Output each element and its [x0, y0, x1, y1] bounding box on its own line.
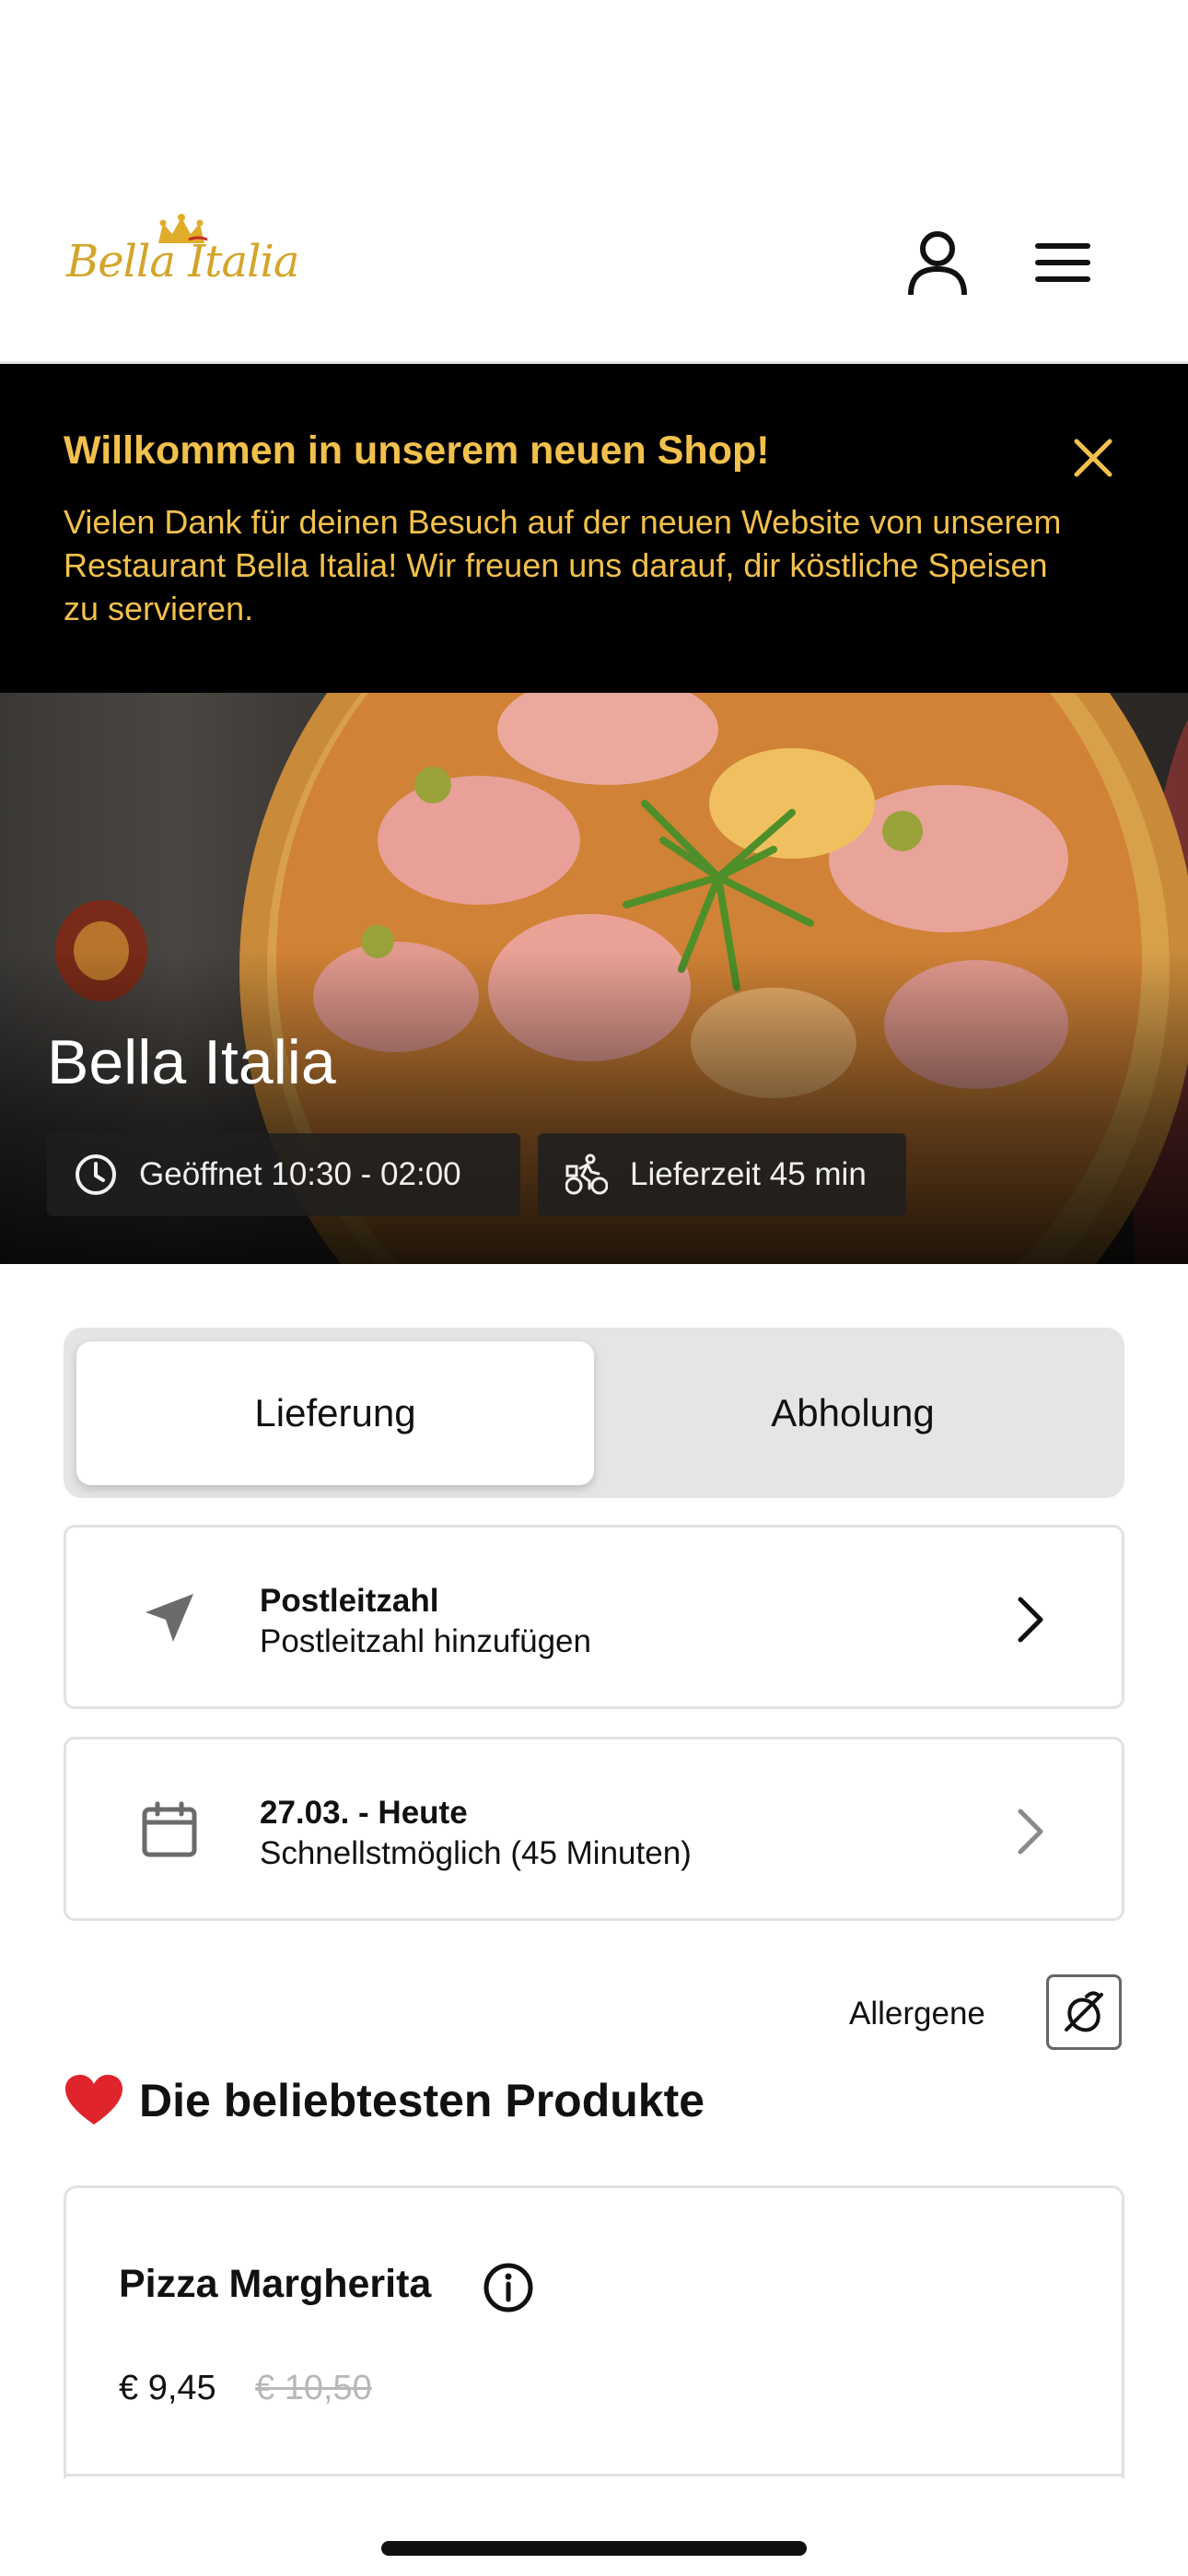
bicycle-courier-icon: [565, 1152, 611, 1198]
delivery-time-selector[interactable]: 27.03. - Heute Schnellstmöglich (45 Minu…: [64, 1737, 1124, 1921]
heart-icon: [64, 2073, 124, 2128]
site-header: Bella Italia: [0, 0, 1188, 364]
tab-pickup[interactable]: Abholung: [594, 1341, 1112, 1485]
product-price: € 9,45: [119, 2369, 216, 2407]
info-icon[interactable]: [483, 2262, 534, 2313]
order-mode-toggle: Lieferung Abholung: [64, 1328, 1124, 1498]
tab-delivery[interactable]: Lieferung: [76, 1341, 594, 1485]
calendar-icon: [133, 1793, 206, 1867]
banner-text: Vielen Dank für deinen Besuch auf der ne…: [64, 503, 1062, 627]
delivery-time-badge: Lieferzeit 45 min: [538, 1133, 906, 1216]
postal-code-title: Postleitzahl: [260, 1583, 439, 1619]
clock-icon: [75, 1152, 121, 1198]
home-indicator[interactable]: [381, 2541, 807, 2556]
allergen-filter-icon: [1065, 1991, 1103, 2032]
postal-code-selector[interactable]: Postleitzahl Postleitzahl hinzufügen: [64, 1525, 1124, 1709]
location-arrow-icon: [133, 1581, 206, 1655]
delivery-date-title: 27.03. - Heute: [260, 1795, 468, 1831]
opening-hours-text: Geöffnet 10:30 - 02:00: [139, 1156, 461, 1192]
delivery-date-subtitle: Schnellstmöglich (45 Minuten): [260, 1835, 692, 1871]
chevron-right-icon: [998, 1795, 1063, 1868]
delivery-time-text: Lieferzeit 45 min: [630, 1156, 867, 1192]
hero-image: Bella Italia Geöffnet 10:30 - 02:00 Lief…: [0, 693, 1188, 1264]
logo-text: Bella Italia: [66, 236, 299, 287]
divider: [66, 2474, 1122, 2476]
user-icon[interactable]: [901, 226, 974, 299]
section-title: Die beliebtesten Produkte: [64, 2073, 705, 2128]
chevron-right-icon: [998, 1583, 1063, 1657]
close-icon[interactable]: [1064, 428, 1123, 487]
product-old-price: € 10,50: [255, 2369, 372, 2407]
allergens-label: Allergene: [849, 1996, 985, 2032]
restaurant-name: Bella Italia: [47, 1027, 336, 1097]
banner-title: Willkommen in unserem neuen Shop!: [64, 428, 770, 473]
logo[interactable]: Bella Italia: [66, 212, 299, 304]
allergen-filter-button[interactable]: [1046, 1974, 1122, 2050]
hamburger-menu-icon[interactable]: [1026, 226, 1100, 299]
postal-code-subtitle: Postleitzahl hinzufügen: [260, 1623, 591, 1659]
bottom-safe-area: [0, 2478, 1188, 2576]
welcome-banner: Willkommen in unserem neuen Shop! Vielen…: [0, 364, 1188, 693]
product-name: Pizza Margherita: [119, 2262, 432, 2306]
opening-hours-badge: Geöffnet 10:30 - 02:00: [47, 1133, 520, 1216]
page: Bella Italia Willkommen in unserem neuen…: [0, 0, 1188, 2576]
section-title-text: Die beliebtesten Produkte: [139, 2075, 705, 2126]
